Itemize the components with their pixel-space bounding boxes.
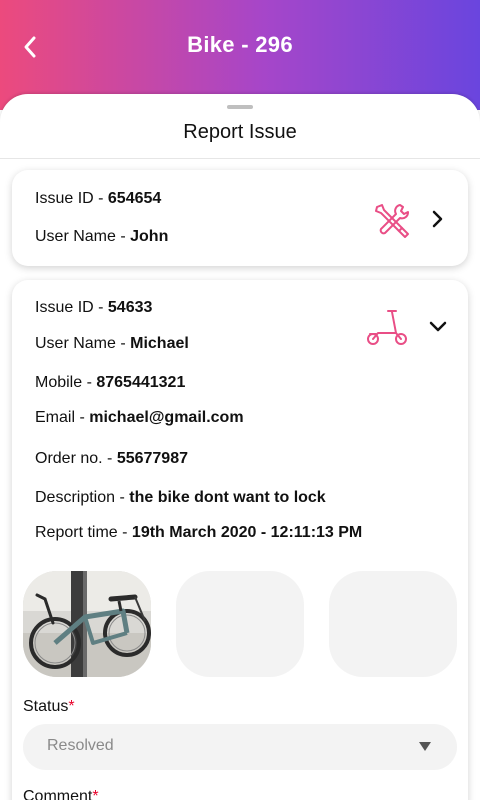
user-name-label: User Name - bbox=[35, 335, 131, 352]
report-time-label: Report time - bbox=[35, 524, 132, 541]
report-issue-sheet: Report Issue Issue ID - 654654 User Name… bbox=[0, 94, 480, 800]
description-value: the bike dont want to lock bbox=[129, 489, 326, 506]
chevron-down-icon[interactable] bbox=[429, 320, 447, 332]
issue-id-value: 654654 bbox=[107, 190, 162, 207]
comment-label-text: Comment bbox=[23, 788, 93, 800]
chevron-right-icon[interactable] bbox=[431, 210, 443, 228]
issue-id-label: Issue ID - bbox=[35, 190, 108, 207]
issue-id-label: Issue ID - bbox=[35, 299, 108, 316]
bike-photo-image bbox=[23, 571, 151, 677]
report-time-value: 19th March 2020 - 12:11:13 PM bbox=[131, 524, 363, 541]
issue-id-value: 54633 bbox=[107, 299, 153, 316]
order-label: Order no. - bbox=[35, 450, 117, 467]
report-time-row: Report time - 19th March 2020 - 12:11:13… bbox=[35, 524, 362, 542]
divider bbox=[0, 158, 480, 159]
sheet-title: Report Issue bbox=[183, 121, 297, 143]
user-name-value: John bbox=[130, 228, 169, 245]
issue-photo[interactable] bbox=[23, 571, 151, 677]
mobile-value: 8765441321 bbox=[96, 374, 186, 391]
user-name-row: User Name - Michael bbox=[35, 335, 189, 353]
email-row: Email - michael@gmail.com bbox=[35, 409, 244, 427]
order-row: Order no. - 55677987 bbox=[35, 450, 188, 468]
required-mark: * bbox=[68, 698, 75, 715]
scooter-icon bbox=[367, 310, 407, 345]
mobile-row: Mobile - 8765441321 bbox=[35, 374, 185, 392]
mobile-label: Mobile - bbox=[35, 374, 97, 391]
issue-id-row: Issue ID - 54633 bbox=[35, 299, 152, 317]
required-mark: * bbox=[92, 788, 99, 800]
email-label: Email - bbox=[35, 409, 90, 426]
status-select-value: Resolved bbox=[47, 737, 114, 754]
description-label: Description - bbox=[35, 489, 130, 506]
photo-placeholder[interactable] bbox=[176, 571, 304, 677]
issue-card-collapsed[interactable]: Issue ID - 654654 User Name - John bbox=[12, 170, 468, 266]
issue-id-row: Issue ID - 654654 bbox=[35, 190, 161, 208]
user-name-value: Michael bbox=[130, 335, 189, 352]
user-name-label: User Name - bbox=[35, 228, 131, 245]
email-value: michael@gmail.com bbox=[89, 409, 244, 426]
status-label-text: Status bbox=[23, 698, 69, 715]
tools-icon bbox=[375, 204, 409, 238]
user-name-row: User Name - John bbox=[35, 228, 168, 246]
photo-placeholder[interactable] bbox=[329, 571, 457, 677]
sheet-grabber[interactable] bbox=[227, 105, 253, 109]
description-row: Description - the bike dont want to lock bbox=[35, 489, 326, 507]
issue-card-expanded[interactable]: Issue ID - 54633 User Name - Michael Mob… bbox=[12, 280, 468, 800]
dropdown-caret-icon bbox=[419, 742, 431, 751]
status-select[interactable]: Resolved bbox=[23, 724, 457, 770]
comment-label: Comment* bbox=[23, 788, 99, 800]
page-title: Bike - 296 bbox=[187, 32, 293, 57]
order-value: 55677987 bbox=[116, 450, 188, 467]
status-label: Status* bbox=[23, 698, 75, 716]
